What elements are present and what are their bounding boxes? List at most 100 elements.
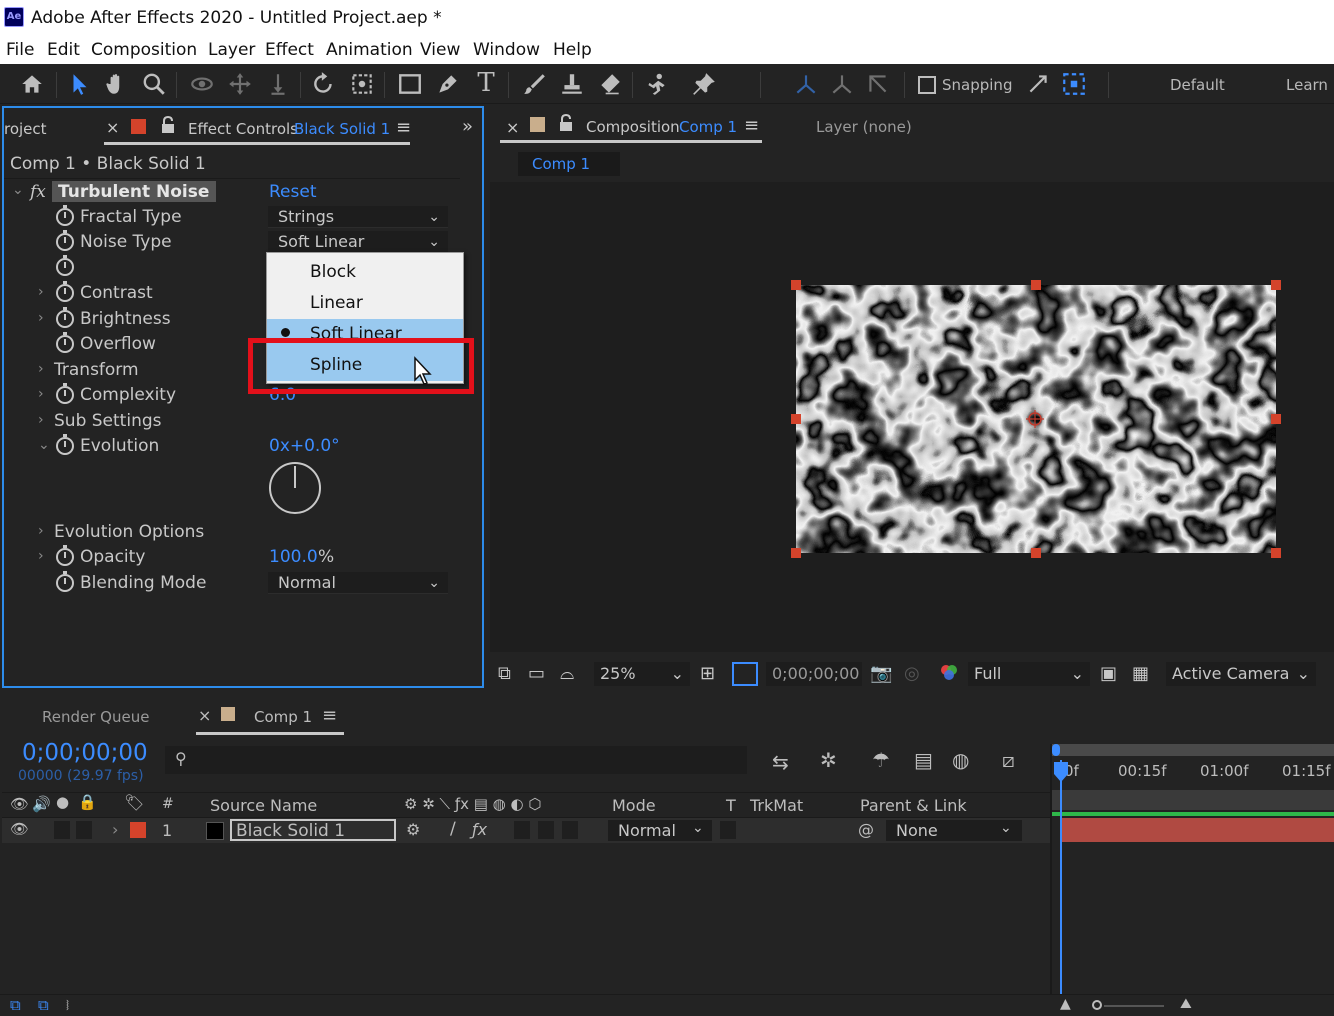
twirl-closed-icon[interactable]: › (38, 523, 44, 539)
effect-switch-icon[interactable]: ƒx (472, 820, 487, 839)
opacity-value[interactable]: 100.0 (269, 547, 318, 567)
menu-effect[interactable]: Effect (265, 40, 314, 60)
anchor-point-icon[interactable] (1026, 410, 1044, 428)
type-icon[interactable]: T (470, 68, 502, 100)
stopwatch-icon[interactable] (56, 383, 74, 404)
brush-icon[interactable] (518, 68, 550, 100)
menu-help[interactable]: Help (553, 40, 592, 60)
draft-3d-icon[interactable]: ✲ (820, 748, 837, 772)
noise-type-option-linear[interactable]: Linear (267, 288, 463, 319)
snap-features-icon[interactable] (1058, 68, 1090, 100)
twirl-open-icon[interactable]: ⌄ (38, 437, 50, 453)
show-snapshot-icon[interactable]: ◎ (904, 662, 920, 686)
audio-icon[interactable]: 🔊 (32, 795, 51, 813)
layer-duration-bar[interactable] (1062, 818, 1334, 842)
layer-switches-icon[interactable]: ⧉ (10, 996, 21, 1014)
transparency-grid-icon[interactable] (732, 662, 758, 686)
anchor-icon[interactable] (346, 68, 378, 100)
menu-edit[interactable]: Edit (47, 40, 80, 60)
local-axis-icon[interactable] (790, 68, 822, 100)
stopwatch-icon[interactable] (56, 571, 74, 592)
twirl-closed-icon[interactable]: › (38, 310, 44, 326)
transfer-controls-icon[interactable]: ⧉ (38, 996, 49, 1014)
stopwatch-icon[interactable] (56, 205, 74, 226)
layer-name-field[interactable]: Black Solid 1 (230, 819, 396, 841)
safe-margins-icon[interactable]: ⊞ (700, 662, 715, 686)
region-of-interest-icon[interactable]: ▣ (1100, 662, 1117, 686)
layer-tab[interactable]: Layer (none) (816, 118, 912, 136)
rectangle-icon[interactable] (394, 68, 426, 100)
zoom-dropdown[interactable]: 25% ⌄ (594, 662, 690, 686)
rotate-icon[interactable] (308, 68, 340, 100)
timeline-comp-tab[interactable]: Comp 1 (254, 708, 312, 726)
video-eye-icon[interactable]: 👁 (10, 820, 29, 838)
roto-brush-icon[interactable] (640, 68, 672, 100)
blending-mode-dropdown[interactable]: Normal ⌄ (268, 572, 448, 594)
comp-breadcrumb[interactable]: Comp 1 (518, 152, 620, 176)
menu-composition[interactable]: Composition (91, 40, 197, 60)
home-icon[interactable] (16, 68, 48, 100)
transform-handle[interactable] (1031, 280, 1041, 290)
close-tab-icon[interactable]: × (506, 118, 519, 137)
menu-file[interactable]: File (6, 40, 34, 60)
workspace-learn[interactable]: Learn (1286, 76, 1328, 94)
pen-icon[interactable] (432, 68, 464, 100)
clone-stamp-icon[interactable] (556, 68, 588, 100)
current-time[interactable]: 0;00;00;00 (22, 740, 148, 766)
twirl-closed-icon[interactable]: › (38, 386, 44, 402)
timeline-search-input[interactable]: ⚲ (165, 746, 747, 774)
panel-menu-icon[interactable]: ≡ (322, 705, 337, 726)
transform-handle[interactable] (1031, 548, 1041, 558)
stopwatch-icon[interactable] (56, 230, 74, 251)
project-tab[interactable]: roject (4, 120, 47, 138)
lock-icon[interactable] (161, 115, 175, 134)
shy-layers-icon[interactable]: ☂ (872, 748, 890, 772)
video-eye-icon[interactable]: 👁 (10, 795, 29, 813)
transform-handle[interactable] (791, 280, 801, 290)
menu-animation[interactable]: Animation (326, 40, 413, 60)
orbit-icon[interactable] (186, 68, 218, 100)
frame-blending-icon[interactable]: ▤ (914, 748, 933, 772)
stopwatch-icon[interactable] (56, 545, 74, 566)
transform-handle[interactable] (791, 548, 801, 558)
transform-handle[interactable] (791, 414, 801, 424)
close-tab-icon[interactable]: × (106, 118, 119, 137)
twirl-closed-icon[interactable]: › (112, 820, 118, 839)
monitor-icon[interactable]: ▭ (528, 662, 545, 686)
snapping-checkbox[interactable] (918, 76, 936, 94)
effect-controls-tab[interactable]: Effect Controls (188, 120, 298, 138)
effect-controls-tab-layer[interactable]: Black Solid 1 (294, 120, 390, 138)
selection-icon[interactable] (64, 68, 96, 100)
panel-menu-icon[interactable]: ≡ (744, 115, 759, 136)
motion-blur-icon[interactable]: ◍ (952, 748, 969, 772)
noise-type-dropdown[interactable]: Soft Linear ⌄ (268, 231, 448, 253)
effect-name[interactable]: Turbulent Noise (58, 182, 209, 202)
dolly-icon[interactable] (262, 68, 294, 100)
stopwatch-icon[interactable] (56, 281, 74, 302)
source-name-header[interactable]: Source Name (210, 796, 317, 815)
timeline-zoom-slider[interactable] (1104, 1005, 1164, 1007)
workspace-default[interactable]: Default (1170, 76, 1225, 94)
parent-dropdown[interactable]: None ⌄ (886, 820, 1022, 841)
reset-link[interactable]: Reset (269, 182, 317, 202)
close-tab-icon[interactable]: × (198, 706, 211, 725)
fx-toggle-icon[interactable]: fx (30, 182, 46, 202)
stopwatch-icon[interactable] (56, 434, 74, 455)
resolution-dropdown[interactable]: Full ⌄ (968, 662, 1090, 686)
menu-layer[interactable]: Layer (208, 40, 255, 60)
composition-tab[interactable]: Composition (586, 118, 680, 136)
expand-panels-icon[interactable]: » (462, 116, 473, 137)
panel-menu-icon[interactable]: ≡ (396, 117, 411, 138)
transform-handle[interactable] (1271, 414, 1281, 424)
layer-mode-dropdown[interactable]: Normal ⌄ (608, 820, 712, 841)
current-time-display[interactable]: 0;00;00;00 (766, 662, 862, 686)
camera-dropdown[interactable]: Active Camera ⌄ (1166, 662, 1316, 686)
timeline-zoom-slider-handle[interactable] (1092, 1000, 1102, 1010)
zoom-out-timeline-icon[interactable]: ▲ (1060, 996, 1071, 1012)
stopwatch-icon[interactable] (56, 307, 74, 328)
stopwatch-icon[interactable] (56, 255, 74, 276)
menu-window[interactable]: Window (473, 40, 540, 60)
zoom-in-timeline-icon[interactable]: ⛰ (1180, 996, 1192, 1012)
fractal-type-dropdown[interactable]: Strings ⌄ (268, 206, 448, 228)
vr-mask-icon[interactable]: ⌓ (560, 662, 574, 686)
